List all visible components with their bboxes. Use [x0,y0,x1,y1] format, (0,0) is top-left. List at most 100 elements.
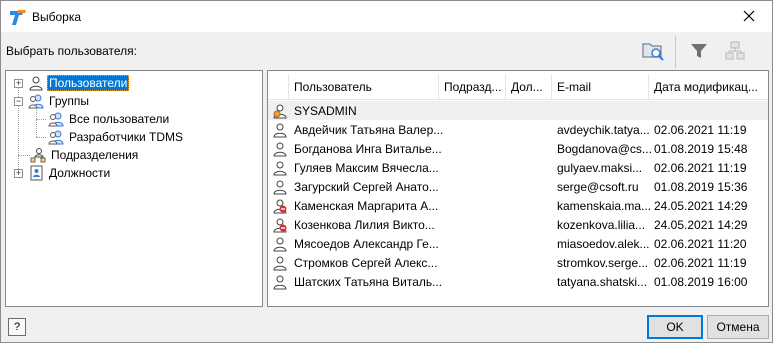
table-row[interactable]: Авдейчик Татьяна Валер... avdeychik.taty… [268,120,768,139]
user-icon [273,237,287,251]
user-email: avdeychik.tatya... [557,122,650,137]
user-list: SYSADMIN Авдейчик Татьяна Валер... avdey… [268,101,768,291]
user-date-modified: 24.05.2021 14:29 [654,217,748,232]
user-icon [273,275,287,289]
tree-item-users[interactable]: Пользователи [28,74,130,92]
group-icon [48,130,64,145]
user-date-modified: 02.06.2021 11:19 [654,255,747,270]
user-email: gulyaev.maksi... [557,160,643,175]
structure-button[interactable] [721,37,749,65]
collapse-toggle[interactable]: − [14,97,23,106]
user-icon [273,180,287,194]
user-email: kamenskaia.ma... [557,198,652,213]
admin-icon [273,104,287,118]
find-user-button[interactable] [639,37,667,65]
table-row[interactable]: Козенкова Лилия Викто... kozenkova.lilia… [268,215,768,234]
column-header-department[interactable]: Подразд... [439,74,506,100]
column-header-position[interactable]: Дол... [506,74,552,100]
toolbar-separator [675,36,676,68]
structure-icon [725,41,745,60]
tree-line [36,137,46,138]
group-icon [48,112,64,127]
user-email: miasoedov.alek... [557,236,650,251]
table-row[interactable]: Загурский Сергей Анато... serge@csoft.ru… [268,177,768,196]
user-date-modified: 02.06.2021 11:20 [654,236,747,251]
user-name: Каменская Маргарита А... [294,198,439,213]
icon-column-header [268,74,289,100]
table-row[interactable]: SYSADMIN [268,101,768,120]
close-icon [743,10,755,22]
help-button[interactable]: ? [8,318,26,336]
user-list-panel: Пользователь Подразд... Дол... E-mail Да… [267,70,769,307]
tree-line [36,119,46,120]
select-user-label: Выбрать пользователя: [6,44,137,58]
user-email: tatyana.shatski... [557,274,648,289]
user-email: Bogdanova@cs... [557,141,652,156]
user-name: Загурский Сергей Анато... [294,179,439,194]
table-row[interactable]: Богданова Инга Виталье... Bogdanova@cs..… [268,139,768,158]
user-email: stromkov.serge... [557,255,649,270]
tree-item-groups[interactable]: Группы [28,92,91,110]
user-date-modified: 02.06.2021 11:19 [654,122,747,137]
user-date-modified: 02.06.2021 11:19 [654,160,747,175]
user-blocked-icon [273,199,287,213]
tree-line [18,155,30,156]
user-icon [29,76,43,91]
window-title: Выборка [32,10,82,24]
tree-item-departments[interactable]: Подразделения [30,146,140,164]
tree-item-label: Подразделения [51,148,139,162]
tree-item-label: Все пользователи [69,112,170,126]
column-header-user[interactable]: Пользователь [289,74,439,100]
user-icon [273,161,287,175]
tree-item-label: Разработчики TDMS [69,130,184,144]
user-name: Гуляев Максим Вячесла... [294,160,439,175]
user-name: Козенкова Лилия Викто... [294,217,435,232]
tree-item-label: Пользователи [47,75,130,91]
user-name: Авдейчик Татьяна Валер... [294,122,444,137]
app-logo-icon [10,10,26,25]
table-row[interactable]: Мясоедов Александр Ге... miasoedov.alek.… [268,234,768,253]
user-name: Стромков Сергей Алекс... [294,255,438,270]
list-header: Пользователь Подразд... Дол... E-mail Да… [268,74,768,100]
find-user-icon [642,43,664,61]
org-icon [30,148,46,163]
user-date-modified: 01.08.2019 16:00 [654,274,748,289]
column-header-date-modified[interactable]: Дата модификац... [649,74,768,100]
help-icon: ? [13,321,21,333]
tree-item-label: Группы [49,94,89,108]
tree-item-tdms-developers[interactable]: Разработчики TDMS [48,128,185,146]
position-icon [30,165,43,181]
user-icon [273,123,287,137]
user-name: Шатских Татьяна Виталь... [294,274,443,289]
filter-icon [691,44,707,58]
filter-button[interactable] [685,37,713,65]
tree-item-positions[interactable]: Должности [28,164,112,182]
user-name: Мясоедов Александр Ге... [294,236,439,251]
table-row[interactable]: Шатских Татьяна Виталь... tatyana.shatsk… [268,272,768,291]
user-blocked-icon [273,218,287,232]
title-bar: Выборка [1,1,772,32]
expand-toggle[interactable]: + [14,79,23,88]
table-row[interactable]: Стромков Сергей Алекс... stromkov.serge.… [268,253,768,272]
expand-toggle[interactable]: + [14,169,23,178]
tree-panel: + Пользователи − Группы Все пользователи… [5,70,263,307]
ok-button[interactable]: OK [647,315,703,339]
user-icon [273,142,287,156]
user-icon [273,256,287,270]
table-row[interactable]: Каменская Маргарита А... kamenskaia.ma..… [268,196,768,215]
select-user-dialog: Выборка Выбрать пользователя: + Пользова… [0,0,773,343]
group-icon [28,94,44,109]
table-row[interactable]: Гуляев Максим Вячесла... gulyaev.maksi..… [268,158,768,177]
user-date-modified: 01.08.2019 15:36 [654,179,748,194]
user-name: SYSADMIN [294,103,357,118]
close-button[interactable] [730,3,768,29]
cancel-button[interactable]: Отмена [707,315,769,339]
tree-item-label: Должности [49,166,111,180]
column-header-email[interactable]: E-mail [552,74,649,100]
tree-item-all-users[interactable]: Все пользователи [48,110,171,128]
user-name: Богданова Инга Виталье... [294,141,442,156]
user-email: kozenkova.lilia... [557,217,646,232]
user-date-modified: 01.08.2019 15:48 [654,141,748,156]
user-email: serge@csoft.ru [557,179,639,194]
user-date-modified: 24.05.2021 14:29 [654,198,748,213]
